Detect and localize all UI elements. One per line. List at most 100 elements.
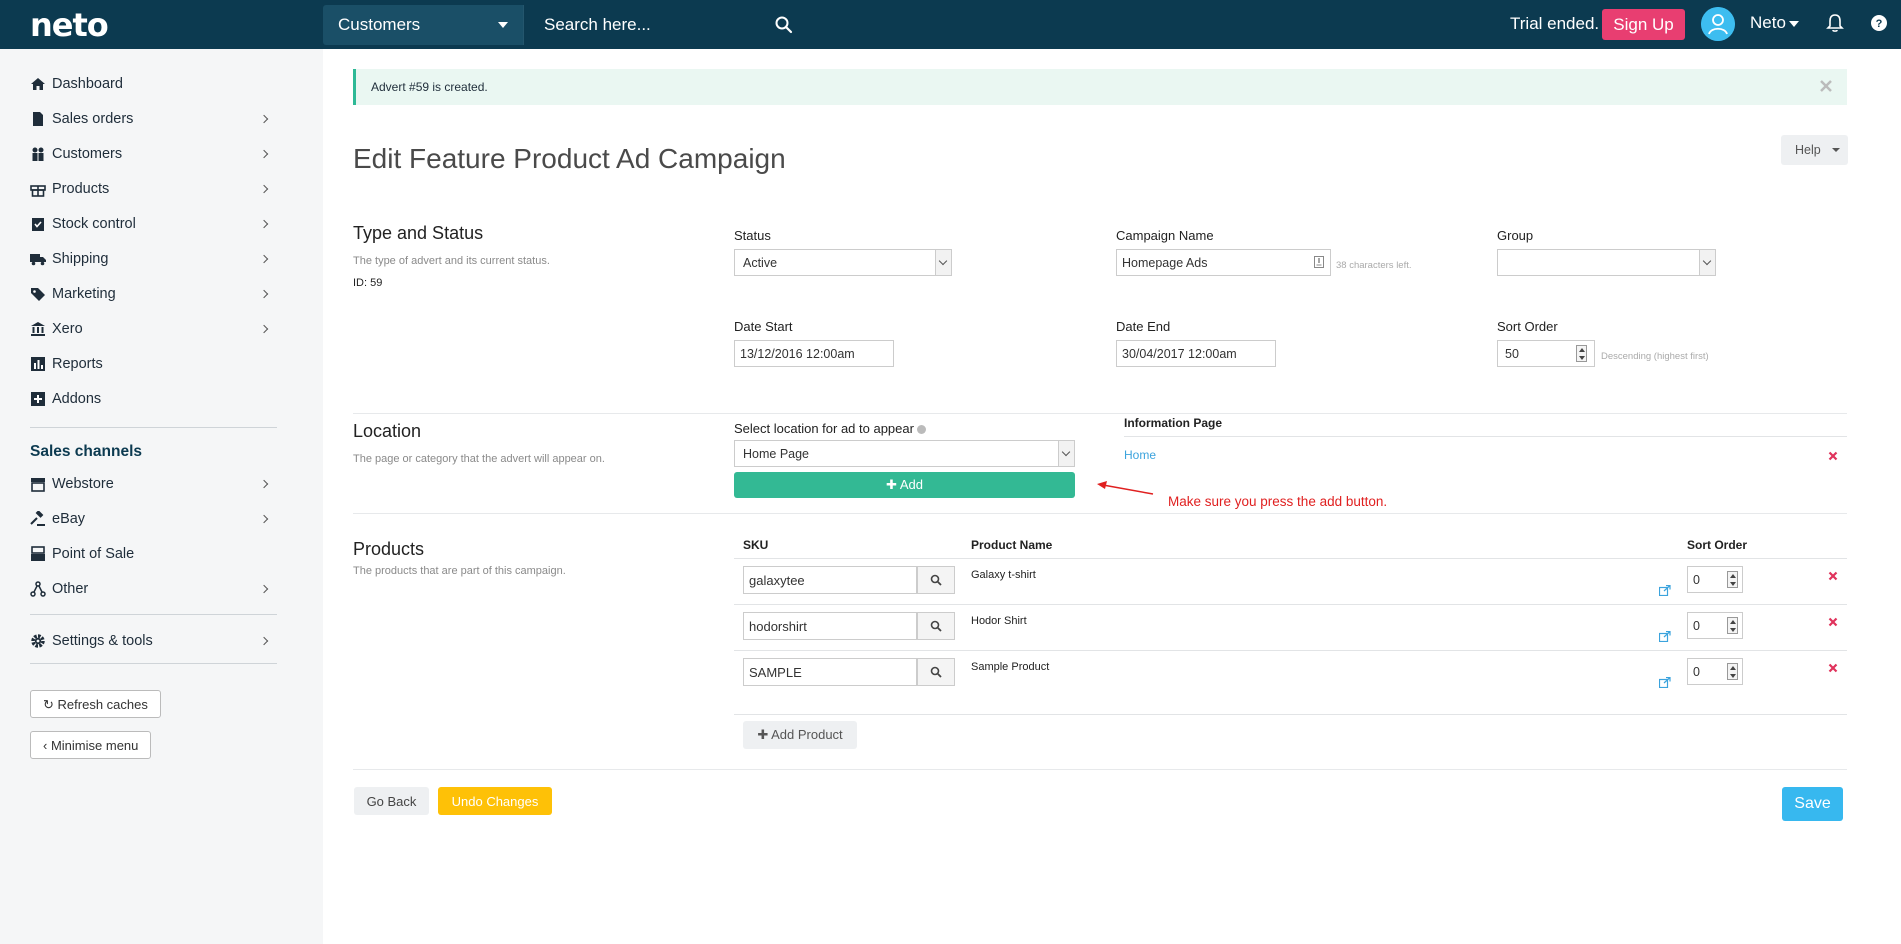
search-icon [930, 620, 942, 632]
table-row-divider [734, 714, 1847, 715]
number-stepper[interactable] [1727, 663, 1738, 680]
main-content: Advert #59 is created. Help Edit Feature… [323, 49, 1901, 944]
date-start-input[interactable] [734, 340, 894, 367]
location-select[interactable]: Home Page [734, 440, 1075, 467]
sidebar-item-sales-orders[interactable]: Sales orders [30, 106, 277, 134]
sidebar: Dashboard Sales orders Customers Product… [0, 49, 323, 944]
sku-input[interactable] [743, 658, 917, 686]
signup-button[interactable]: Sign Up [1602, 9, 1685, 40]
sidebar-item-label: Webstore [52, 476, 114, 492]
search-scope-select[interactable]: Customers [323, 5, 523, 45]
sidebar-item-addons[interactable]: Addons [30, 386, 277, 414]
go-back-button[interactable]: Go Back [354, 787, 429, 815]
number-stepper[interactable] [1576, 345, 1587, 362]
chevron-right-icon [259, 324, 269, 334]
minimise-menu-button[interactable]: ‹ Minimise menu [30, 731, 152, 759]
external-link-icon[interactable] [1659, 631, 1671, 642]
sku-search-button[interactable] [917, 566, 955, 594]
sidebar-item-ebay[interactable]: eBay [30, 506, 277, 534]
product-name: Hodor Shirt [971, 615, 1027, 627]
number-stepper[interactable] [1727, 571, 1738, 588]
bell-icon[interactable] [1826, 13, 1844, 33]
top-bar: neto Customers Trial ended. Sign Up Neto… [0, 0, 1901, 49]
location-entry-home[interactable]: Home [1124, 448, 1156, 462]
sidebar-item-other[interactable]: Other [30, 576, 277, 604]
status-value: Active [743, 256, 778, 270]
sku-input[interactable] [743, 612, 917, 640]
campaign-name-label: Campaign Name [1116, 228, 1214, 243]
trial-status: Trial ended. [1510, 14, 1600, 33]
page-title: Edit Feature Product Ad Campaign [353, 143, 786, 174]
sidebar-item-shipping[interactable]: Shipping [30, 246, 277, 274]
sidebar-item-label: eBay [52, 511, 86, 527]
sidebar-item-stock-control[interactable]: Stock control [30, 211, 277, 239]
sidebar-item-webstore[interactable]: Webstore [30, 471, 277, 499]
group-select[interactable] [1497, 249, 1716, 276]
sidebar-item-xero[interactable]: Xero [30, 316, 277, 344]
neto-logo[interactable]: neto [30, 6, 109, 44]
gear-icon [31, 634, 45, 648]
avatar[interactable] [1701, 7, 1735, 41]
external-link-icon[interactable] [1659, 677, 1671, 688]
search-scope-label: Customers [338, 15, 421, 34]
search-icon [930, 574, 942, 586]
info-icon[interactable] [916, 425, 926, 434]
sidebar-item-label: Settings & tools [52, 633, 153, 649]
sku-search-button[interactable] [917, 658, 955, 686]
remove-icon[interactable] [1828, 451, 1838, 461]
table-row-divider [734, 650, 1847, 651]
product-name: Sample Product [971, 661, 1050, 673]
truck-icon [30, 254, 46, 266]
sku-input[interactable] [743, 566, 917, 594]
search-icon[interactable] [774, 15, 794, 35]
sidebar-item-customers[interactable]: Customers [30, 141, 277, 169]
sidebar-item-settings[interactable]: Settings & tools [30, 628, 277, 656]
campaign-name-input[interactable] [1116, 249, 1331, 276]
date-start-label: Date Start [734, 319, 793, 334]
search-input[interactable] [523, 5, 809, 45]
sidebar-item-reports[interactable]: Reports [30, 351, 277, 379]
date-end-label: Date End [1116, 319, 1171, 334]
save-button[interactable]: Save [1782, 787, 1843, 821]
home-icon [31, 78, 45, 90]
user-menu[interactable]: Neto [1750, 13, 1786, 33]
help-icon[interactable]: ? [1871, 15, 1887, 31]
undo-changes-button[interactable]: Undo Changes [438, 787, 552, 815]
remove-icon[interactable] [1828, 571, 1838, 581]
chevron-down-icon [1058, 441, 1074, 466]
search-bar: Customers [323, 5, 809, 45]
remove-icon[interactable] [1828, 663, 1838, 673]
sidebar-item-products[interactable]: Products [30, 176, 277, 204]
remove-icon[interactable] [1828, 617, 1838, 627]
advert-id: ID: 59 [353, 277, 383, 289]
close-icon[interactable] [1817, 77, 1835, 95]
sidebar-item-dashboard[interactable]: Dashboard [30, 71, 277, 99]
add-product-button[interactable]: ✚ Add Product [743, 721, 857, 749]
chevron-left-icon: ‹ [43, 738, 48, 753]
bank-icon [31, 322, 45, 336]
sidebar-item-point-of-sale[interactable]: Point of Sale [30, 541, 277, 569]
refresh-caches-button[interactable]: ↻ Refresh caches [30, 690, 161, 718]
help-dropdown-button[interactable]: Help [1781, 135, 1848, 165]
add-location-button[interactable]: ✚ Add [734, 472, 1075, 498]
chevron-right-icon [259, 254, 269, 264]
number-stepper[interactable] [1727, 617, 1738, 634]
sidebar-item-marketing[interactable]: Marketing [30, 281, 277, 309]
register-icon [31, 546, 45, 561]
status-select[interactable]: Active [734, 249, 952, 276]
status-label: Status [734, 228, 771, 243]
external-link-icon[interactable] [1659, 585, 1671, 596]
caret-down-icon[interactable] [1789, 21, 1799, 27]
success-alert: Advert #59 is created. [353, 69, 1847, 105]
sidebar-item-label: Point of Sale [52, 546, 135, 562]
sidebar-item-label: Addons [52, 391, 102, 407]
sidebar-item-label: Stock control [52, 216, 136, 232]
tag-icon [31, 288, 45, 301]
annotation-text: Make sure you press the add button. [1168, 494, 1388, 509]
caret-down-icon [1832, 148, 1840, 152]
location-select-label: Select location for ad to appear [734, 421, 926, 436]
sidebar-item-label: Other [52, 581, 89, 597]
date-end-input[interactable] [1116, 340, 1276, 367]
sku-search-button[interactable] [917, 612, 955, 640]
type-status-title: Type and Status [353, 223, 484, 243]
